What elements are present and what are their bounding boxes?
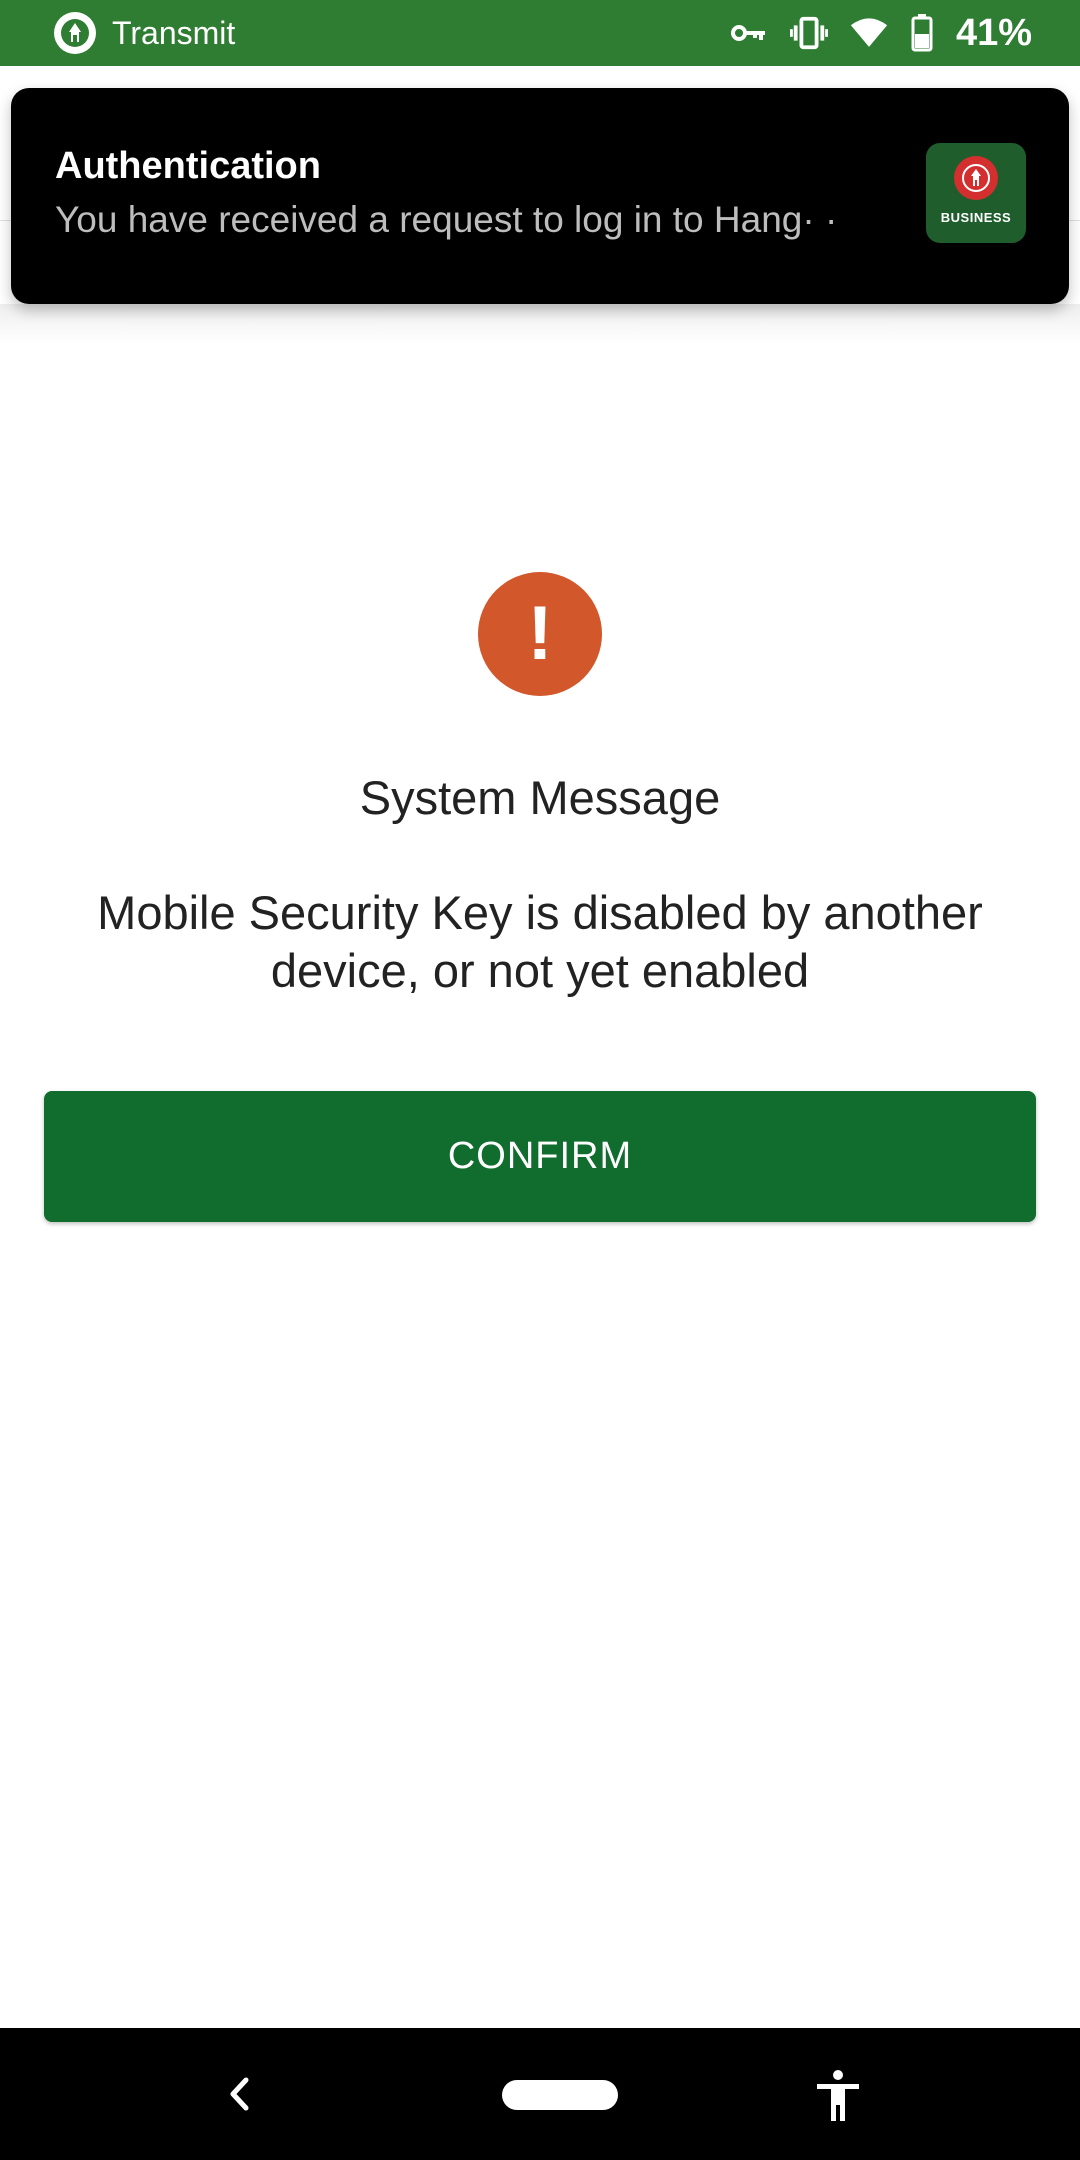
battery-icon <box>910 14 934 52</box>
bank-logo-icon <box>954 155 998 200</box>
vibrate-icon <box>789 14 828 52</box>
battery-percent: 41% <box>955 12 1032 54</box>
confirm-button-label: CONFIRM <box>447 1135 633 1177</box>
wifi-icon <box>850 14 888 52</box>
back-icon[interactable] <box>220 2074 260 2114</box>
home-pill-icon[interactable] <box>502 2080 618 2110</box>
exclamation-icon: ! <box>527 591 553 676</box>
business-app-icon: BUSINESS <box>926 143 1026 243</box>
notification-body: You have received a request to log in to… <box>55 199 838 240</box>
message-body: Mobile Security Key is disabled by anoth… <box>97 886 983 997</box>
app-bar-shadow <box>0 304 1080 344</box>
transmit-app-icon <box>54 12 96 54</box>
status-app-name: Transmit <box>112 15 236 51</box>
confirm-button[interactable]: CONFIRM <box>44 1091 1036 1222</box>
message-title: System Message <box>359 771 721 824</box>
status-icons: 41% <box>730 10 1032 56</box>
vpn-key-icon <box>730 14 768 52</box>
screen: Transmit 41% Authentication You have rec… <box>0 0 1080 2160</box>
notification-app-label: BUSINESS <box>940 209 1012 225</box>
accessibility-icon[interactable] <box>812 2068 864 2124</box>
navigation-bar <box>0 2028 1080 2160</box>
authentication-notification[interactable]: Authentication You have received a reque… <box>11 88 1069 304</box>
alert-icon: ! <box>478 572 602 696</box>
notification-title: Authentication <box>55 145 321 187</box>
status-bar: Transmit 41% <box>0 0 1080 66</box>
